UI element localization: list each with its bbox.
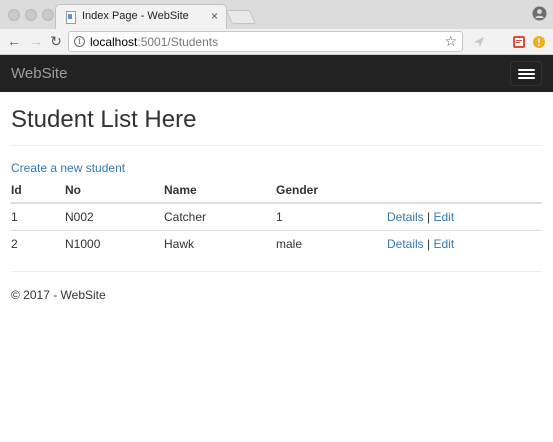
cell-id: 1	[11, 209, 18, 224]
hamburger-icon-bar	[518, 77, 535, 79]
column-header-name: Name	[164, 178, 276, 204]
column-header-no: No	[65, 178, 164, 204]
column-header-id: Id	[11, 178, 65, 204]
site-navbar: WebSite	[0, 55, 553, 92]
details-link[interactable]: Details	[387, 210, 424, 224]
navbar-toggle-button[interactable]	[510, 61, 542, 86]
cell-gender: male	[276, 229, 387, 257]
cell-no: N002	[65, 209, 94, 224]
hamburger-icon	[518, 69, 535, 71]
back-icon[interactable]: ←	[5, 32, 23, 50]
footer-text: © 2017 - WebSite	[11, 288, 106, 302]
cell-actions: Details | Edit	[387, 203, 542, 230]
edit-link[interactable]: Edit	[434, 237, 455, 251]
students-table: Id No Name Gender 1 N002 Catcher 1 Detai…	[11, 178, 542, 257]
url-text[interactable]: localhost:5001/Students	[90, 35, 218, 49]
column-header-gender: Gender	[276, 178, 387, 204]
minimize-window-button[interactable]	[25, 9, 37, 21]
tab-close-icon[interactable]: ×	[211, 9, 218, 23]
cell-name: Catcher	[164, 209, 207, 224]
info-icon[interactable]: i	[74, 36, 85, 47]
page-title: Student List Here	[11, 106, 197, 133]
browser-tab[interactable]: Index Page - WebSite ×	[55, 4, 227, 29]
new-tab-button[interactable]	[225, 10, 257, 24]
table-header-row: Id No Name Gender	[11, 178, 542, 204]
table-row: 2 N1000 Hawk male Details | Edit	[11, 229, 542, 257]
cell-no: N1000	[65, 229, 164, 257]
hamburger-icon-bar	[518, 73, 535, 75]
column-header-actions	[387, 178, 542, 204]
address-bar[interactable]: i localhost:5001/Students ☆	[68, 31, 463, 52]
cell-actions: Details | Edit	[387, 229, 542, 257]
cell-name: Hawk	[164, 229, 276, 257]
edit-link[interactable]: Edit	[434, 210, 455, 224]
profile-icon[interactable]	[532, 6, 547, 21]
page-favicon-icon	[66, 11, 76, 24]
reload-icon[interactable]: ↻	[47, 32, 65, 50]
browser-tab-strip: Index Page - WebSite ×	[0, 0, 553, 29]
forward-icon[interactable]: →	[27, 32, 45, 50]
url-path: :5001/Students	[137, 35, 219, 49]
create-student-link[interactable]: Create a new student	[11, 161, 125, 175]
tab-title: Index Page - WebSite	[82, 10, 189, 22]
link-separator: |	[427, 209, 431, 224]
maximize-window-button[interactable]	[42, 9, 54, 21]
extension-pdf-icon[interactable]	[513, 36, 525, 48]
table-row: 1 N002 Catcher 1 Details | Edit	[11, 203, 542, 230]
link-separator: |	[427, 236, 431, 251]
browser-toolbar: ← → ↻ i localhost:5001/Students ☆	[0, 29, 553, 55]
cell-id: 2	[11, 229, 65, 257]
cell-gender: 1	[276, 209, 283, 224]
extension-warning-icon[interactable]	[533, 36, 545, 48]
navbar-brand[interactable]: WebSite	[11, 65, 67, 82]
url-host: localhost	[90, 35, 138, 49]
star-icon[interactable]: ☆	[444, 33, 457, 50]
footer-divider	[11, 271, 542, 272]
divider	[11, 145, 542, 146]
details-link[interactable]: Details	[387, 237, 424, 251]
close-window-button[interactable]	[8, 9, 20, 21]
extension-send-icon[interactable]	[473, 36, 485, 48]
